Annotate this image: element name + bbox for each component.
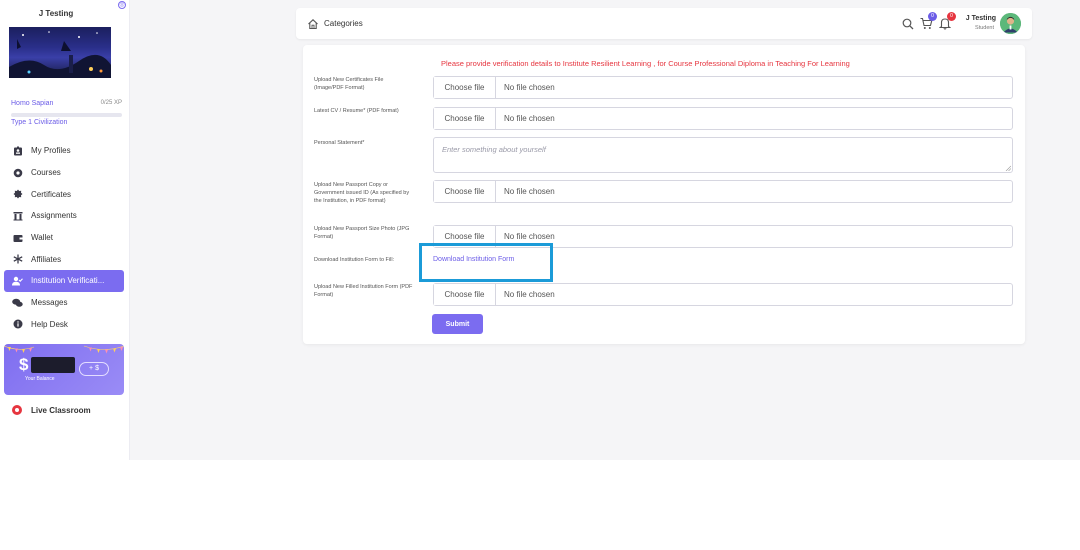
cart-count-badge: 0 (928, 12, 937, 21)
rank-row: Homo Sapian 0/25 XP (11, 100, 122, 110)
top-header: Categories 0 0 J Testing Student (296, 8, 1032, 39)
avatar[interactable] (1000, 13, 1021, 34)
sidebar-nav: My Profiles Courses Certificates Assignm… (4, 140, 124, 335)
sidebar-item-courses[interactable]: Courses (4, 162, 124, 184)
passport-file-input[interactable]: Choose file No file chosen (433, 180, 1013, 203)
page-title[interactable]: Categories (324, 19, 363, 28)
header-user-name[interactable]: J Testing (960, 15, 996, 22)
passport-upload-label: Upload New Passport Copy or Government i… (314, 182, 410, 204)
sidebar-item-label: My Profiles (31, 146, 71, 156)
user-check-icon (12, 275, 23, 286)
file-status: No file chosen (504, 290, 555, 299)
certificates-upload-label: Upload New Certificates File (Image/PDF … (314, 77, 384, 91)
choose-file-button[interactable]: Choose file (434, 77, 496, 98)
app: J Testing ◎ Homo Sapian 0/25 XP Type 1 C (0, 0, 1080, 460)
sidebar-item-label: Institution Verificati... (31, 276, 105, 286)
personal-statement-label: Personal Statement* (314, 140, 365, 146)
sidebar-item-institution-verification[interactable]: Institution Verificati... (4, 270, 124, 292)
info-icon (12, 319, 23, 330)
sidebar: J Testing ◎ Homo Sapian 0/25 XP Type 1 C (0, 0, 130, 460)
live-classroom-link[interactable]: Live Classroom (12, 405, 91, 415)
xp-progress-bar (11, 113, 122, 117)
live-record-icon (12, 405, 22, 415)
sidebar-item-certificates[interactable]: Certificates (4, 183, 124, 205)
courses-icon (12, 167, 23, 178)
cv-upload-label: Latest CV / Resume* (PDF format) (314, 108, 399, 114)
certificate-icon (12, 189, 23, 200)
resize-handle-icon[interactable] (1005, 165, 1011, 171)
sidebar-item-messages[interactable]: Messages (4, 292, 124, 314)
filled-form-upload-label: Upload New Filled Institution Form (PDF … (314, 284, 413, 298)
sidebar-item-label: Certificates (31, 189, 72, 199)
balance-label: Your Balance (25, 376, 55, 382)
search-icon[interactable] (902, 17, 914, 30)
submit-button[interactable]: Submit (432, 314, 483, 334)
photo-upload-label: Upload New Passport Size Photo (JPG Form… (314, 226, 410, 240)
personal-statement-textarea[interactable]: Enter something about yourself (433, 137, 1013, 173)
id-badge-icon (12, 145, 23, 156)
blank-area (0, 460, 1080, 550)
sidebar-item-label: Wallet (31, 233, 53, 243)
sidebar-item-label: Assignments (31, 211, 77, 221)
choose-file-button[interactable]: Choose file (434, 181, 496, 202)
xp-count: 0/25 XP (100, 100, 122, 106)
choose-file-button[interactable]: Choose file (434, 284, 496, 305)
header-user-role: Student (975, 25, 994, 31)
verification-notice: Please provide verification details to I… (441, 59, 850, 68)
file-status: No file chosen (504, 83, 555, 92)
choose-file-button[interactable]: Choose file (434, 108, 496, 129)
certificates-file-input[interactable]: Choose file No file chosen (433, 76, 1013, 99)
add-funds-button[interactable]: + $ (79, 362, 109, 376)
sidebar-item-label: Messages (31, 298, 68, 308)
sidebar-item-label: Affiliates (31, 254, 62, 264)
cv-file-input[interactable]: Choose file No file chosen (433, 107, 1013, 130)
assignments-icon (12, 210, 23, 221)
balance-card: $ Your Balance + $ (4, 344, 124, 395)
verification-form-card: Please provide verification details to I… (303, 45, 1025, 344)
civilization-level: Type 1 Civilization (11, 119, 68, 126)
balance-currency-symbol: $ (19, 355, 29, 374)
sidebar-item-assignments[interactable]: Assignments (4, 205, 124, 227)
home-icon[interactable] (307, 17, 319, 30)
sidebar-item-label: Help Desk (31, 319, 68, 329)
personal-statement-placeholder: Enter something about yourself (442, 145, 546, 154)
filled-form-file-input[interactable]: Choose file No file chosen (433, 283, 1013, 306)
file-status: No file chosen (504, 187, 555, 196)
profile-cover-image (9, 27, 111, 78)
sidebar-collapse-icon[interactable]: ◎ (118, 1, 126, 9)
file-status: No file chosen (504, 232, 555, 241)
messages-icon (12, 297, 23, 308)
notification-count-badge: 0 (947, 12, 956, 21)
download-form-label: Download Institution Form to Fill: (314, 257, 395, 263)
rank-name: Homo Sapian (11, 100, 54, 107)
highlight-box (419, 243, 553, 282)
sidebar-item-label: Courses (31, 168, 61, 178)
affiliates-icon (12, 254, 23, 265)
sidebar-user-name: J Testing (38, 9, 74, 18)
sidebar-item-help-desk[interactable]: Help Desk (4, 314, 124, 336)
balance-amount-redacted (31, 357, 75, 373)
wallet-icon (12, 232, 23, 243)
sidebar-item-wallet[interactable]: Wallet (4, 227, 124, 249)
sidebar-item-my-profiles[interactable]: My Profiles (4, 140, 124, 162)
sidebar-item-affiliates[interactable]: Affiliates (4, 248, 124, 270)
file-status: No file chosen (504, 114, 555, 123)
live-classroom-label: Live Classroom (31, 405, 91, 415)
